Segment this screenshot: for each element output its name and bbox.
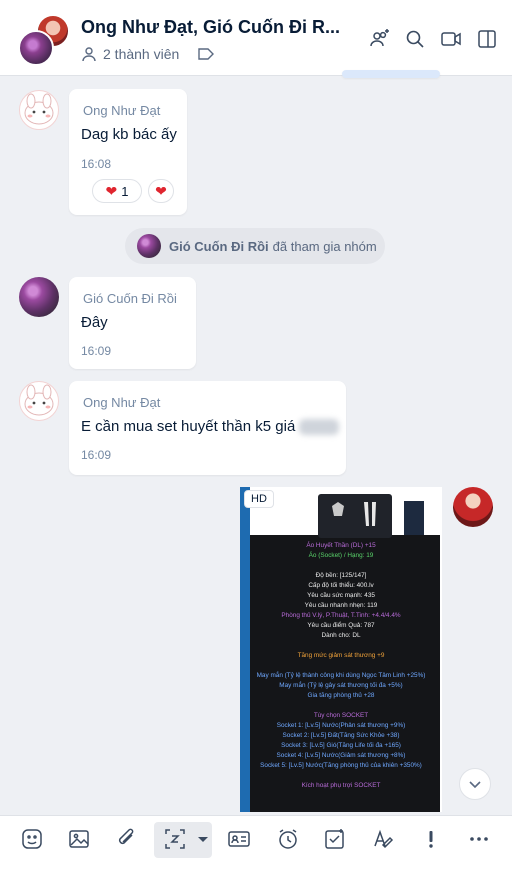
item-stat-line: Cấp độ tối thiểu: 400.lv [308, 582, 374, 589]
more-icon[interactable] [466, 826, 492, 852]
user-icon [82, 47, 96, 62]
item-stat-line: May mắn (Tỷ lệ thành công khi dùng Ngọc … [256, 672, 426, 679]
item-stat-line: Áo Huyết Thần (DL) +15 [306, 542, 376, 549]
tag-icon[interactable] [197, 47, 215, 61]
previous-message-bubble [342, 70, 440, 78]
item-stat-line: Phòng thủ V.lý, P.Thuật, T.Tinh: +4.4/4.… [281, 612, 401, 619]
chevron-down-icon [469, 781, 481, 789]
sidebar-toggle-icon[interactable] [476, 28, 498, 50]
system-message-name: Gió Cuốn Đi Rồi [169, 238, 269, 254]
message-bubble[interactable]: Ong Như Đạt E cần mua set huyết thần k5 … [69, 381, 346, 475]
item-stat-line: Socket 3: [Lv.5] Gió(Tăng Life tối đa +1… [281, 742, 401, 749]
message-time: 16:08 [81, 157, 112, 171]
avatar[interactable] [19, 381, 59, 421]
message-text: Dag kb bác ấy [81, 126, 177, 143]
bunny-avatar-icon [24, 93, 54, 125]
video-call-icon[interactable] [440, 28, 462, 50]
item-stat-line [241, 661, 441, 671]
conversation-title[interactable]: Ong Như Đạt, Gió Cuốn Đi R... [81, 17, 340, 38]
item-stat-line [241, 561, 441, 571]
format-icon[interactable] [370, 826, 396, 852]
react-button[interactable]: ❤ [148, 179, 174, 203]
own-avatar[interactable] [453, 487, 493, 527]
item-stat-line: Yêu cầu nhanh nhẹn: 119 [304, 602, 378, 609]
item-stat-line [241, 771, 441, 781]
system-message-text: đã tham gia nhóm [272, 238, 377, 254]
member-avatar [18, 30, 54, 66]
member-count[interactable]: 2 thành viên [81, 46, 215, 62]
message-text-content: E cần mua set huyết thần k5 giá [81, 418, 296, 435]
sender-name: Gió Cuốn Đi Rồi [83, 291, 177, 306]
item-stat-line: May mắn (Tỷ lệ gây sát thương tối đa +5%… [279, 682, 403, 689]
screenshot-icon[interactable] [162, 826, 188, 852]
hd-badge: HD [244, 490, 274, 508]
message-bubble[interactable]: Gió Cuốn Đi Rồi Đây 16:09 [69, 277, 196, 369]
search-icon[interactable] [404, 28, 426, 50]
contact-card-icon[interactable] [226, 826, 252, 852]
item-stat-line: Tùy chọn SOCKET [313, 712, 369, 719]
item-stat-line: Socket 5: [Lv.5] Nước(Tăng phòng thủ của… [260, 762, 422, 769]
item-stat-line [241, 641, 441, 651]
system-message: Gió Cuốn Đi Rồi đã tham gia nhóm [125, 228, 385, 264]
urgent-icon[interactable] [418, 826, 444, 852]
group-avatar[interactable] [18, 14, 70, 66]
item-stat-line: Socket 1: [Lv.5] Nước(Phản sát thương +9… [276, 722, 406, 729]
message-time: 16:09 [81, 448, 112, 462]
dropdown-icon[interactable] [190, 826, 208, 852]
item-stat-line: Socket 4: [Lv.5] Nước(Giảm sát thương +8… [276, 752, 406, 759]
message-time: 16:09 [81, 344, 112, 358]
avatar[interactable] [19, 90, 59, 130]
scroll-to-bottom-button[interactable] [459, 768, 491, 800]
heart-icon: ❤ [105, 182, 118, 199]
sender-name: Ong Như Đạt [83, 103, 161, 118]
composer-input-area[interactable] [0, 862, 512, 872]
sender-name: Ong Như Đạt [83, 395, 161, 410]
item-stat-line: Kích hoạt phụ trợi SOCKET [301, 782, 381, 789]
armor-icon [332, 502, 376, 526]
blurred-price [299, 419, 340, 436]
mini-avatar [137, 234, 161, 258]
bunny-avatar-icon [24, 384, 54, 416]
item-stat-line: Dành cho: DL [321, 632, 361, 639]
item-stat-line: Độ bền: [125/147] [315, 572, 367, 579]
item-preview [318, 494, 392, 538]
item-stat-line: Gia tăng phòng thủ +28 [307, 692, 375, 699]
item-stats: Áo Huyết Thần (DL) +15 Áo (Socket) / Hạng… [241, 541, 441, 791]
chat-header: Ong Như Đạt, Gió Cuốn Đi R... 2 thành vi… [0, 0, 512, 76]
item-stat-line [241, 701, 441, 711]
reminder-icon[interactable] [275, 826, 301, 852]
reaction-count: 1 [121, 183, 129, 199]
attachment-icon[interactable] [114, 826, 140, 852]
item-stat-line: Áo (Socket) / Hạng: 19 [308, 552, 374, 559]
heart-icon: ❤ [155, 182, 167, 199]
message-text: E cần mua set huyết thần k5 giá [81, 418, 340, 436]
reaction-summary[interactable]: ❤ 1 [92, 179, 142, 203]
composer-toolbar [0, 815, 512, 862]
member-count-label: 2 thành viên [103, 46, 180, 62]
image-icon[interactable] [66, 826, 92, 852]
item-stat-line: Yêu cầu điểm Quả: 787 [307, 622, 375, 629]
item-stat-line: Yêu cầu sức mạnh: 435 [307, 592, 375, 599]
item-stat-line: Tăng mức giảm sát thương +9 [297, 652, 385, 659]
add-member-icon[interactable] [368, 28, 390, 50]
task-icon[interactable] [322, 826, 348, 852]
item-stat-line: Socket 2: [Lv.5] Đất(Tăng Sức Khỏe +38) [282, 732, 400, 739]
avatar[interactable] [19, 277, 59, 317]
message-text: Đây [81, 314, 108, 331]
sticker-icon[interactable] [19, 826, 45, 852]
